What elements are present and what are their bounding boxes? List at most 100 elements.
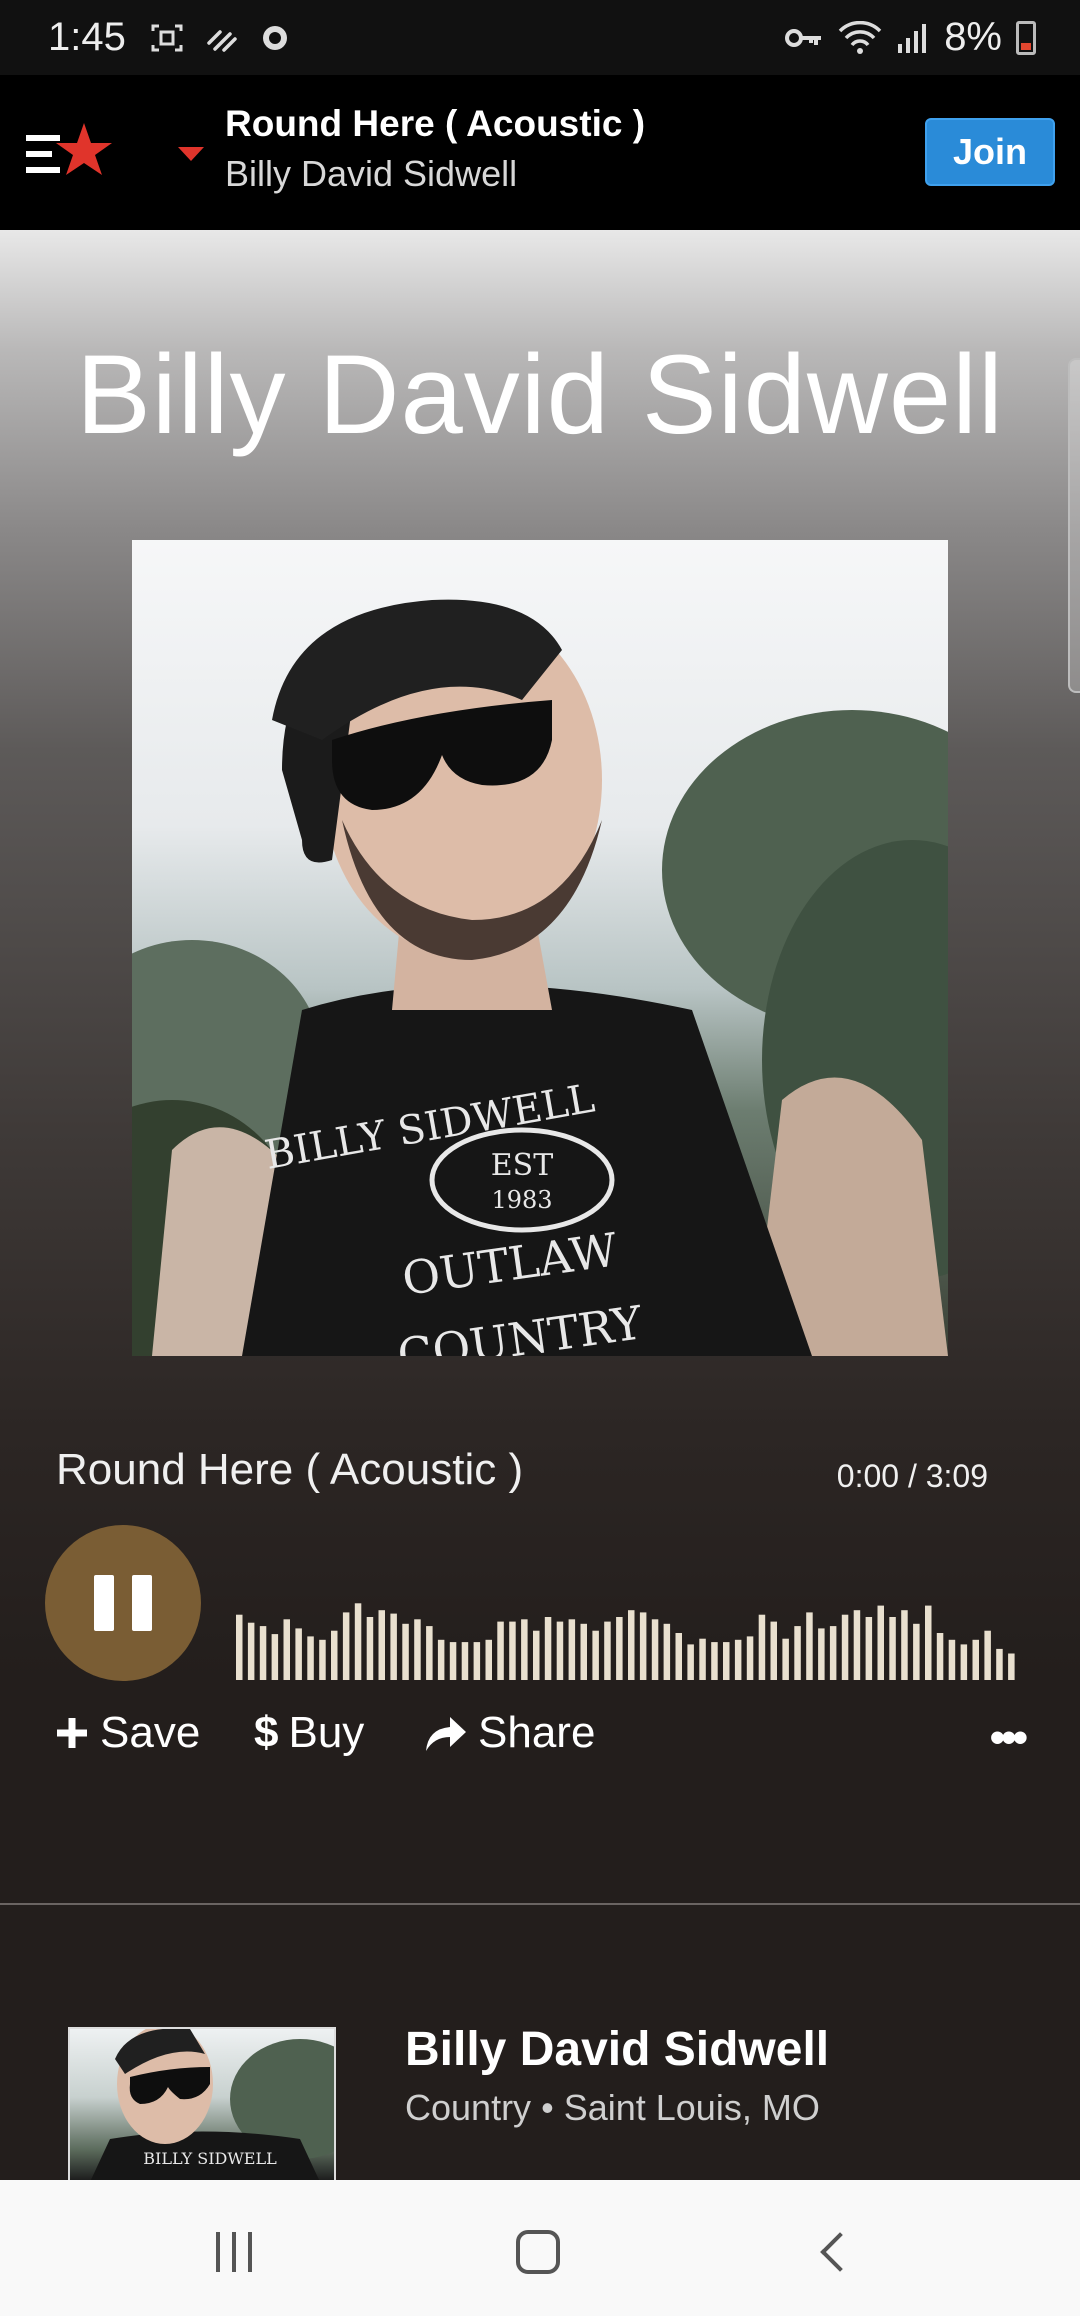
- scrollbar[interactable]: [1068, 358, 1080, 693]
- artist-name-heading: Billy David Sidwell: [76, 332, 1004, 457]
- cover-shirt-line-3: 1983: [491, 1186, 552, 1214]
- home-icon[interactable]: [516, 2230, 560, 2274]
- waveform-bar: [628, 1610, 635, 1680]
- reverbnation-star-icon[interactable]: [26, 117, 116, 187]
- waveform-bar: [675, 1633, 682, 1680]
- waveform-bar: [960, 1644, 968, 1680]
- waveform-bar: [770, 1621, 777, 1680]
- artist-location: Saint Louis, MO: [563, 2087, 820, 2128]
- status-time: 1:45: [48, 15, 126, 59]
- waveform-bar: [271, 1634, 279, 1680]
- waveform-bar: [984, 1630, 991, 1680]
- battery-icon: [1016, 20, 1036, 55]
- status-right-icons: 8%: [784, 15, 1036, 60]
- sync-icon: [262, 25, 287, 50]
- waveform-bar: [437, 1639, 445, 1680]
- waveform-bar: [794, 1626, 801, 1680]
- waveform-bar: [829, 1626, 837, 1680]
- share-label: Share: [478, 1708, 596, 1757]
- join-button[interactable]: Join: [925, 118, 1055, 186]
- section-divider: [0, 1903, 1080, 1905]
- waveform-bar: [936, 1633, 944, 1680]
- waveform-bar: [889, 1617, 896, 1680]
- waveform-bar: [342, 1612, 350, 1680]
- album-cover-image[interactable]: BILLY SIDWELL EST 1983 OUTLAW COUNTRY: [132, 540, 948, 1356]
- waveform-bar: [259, 1626, 267, 1680]
- waveform-seekbar[interactable]: [236, 1560, 1020, 1680]
- waveform-bar: [497, 1621, 504, 1680]
- waveform-bar: [818, 1628, 825, 1680]
- waveform-bar: [616, 1617, 623, 1680]
- save-label: Save: [100, 1708, 201, 1757]
- waveform-bar: [925, 1605, 932, 1680]
- share-button[interactable]: Share: [422, 1708, 595, 1758]
- pause-button[interactable]: [45, 1525, 201, 1681]
- pause-icon: [94, 1575, 114, 1631]
- status-left-icons: [150, 23, 290, 53]
- now-playing-info[interactable]: Round Here ( Acoustic ) Billy David Sidw…: [225, 103, 645, 195]
- waveform-bar: [509, 1621, 516, 1680]
- buy-label: Buy: [288, 1708, 365, 1757]
- elapsed-time: 0:00: [836, 1458, 900, 1494]
- waveform-bar: [473, 1642, 481, 1680]
- cover-shirt-line-2: EST: [491, 1148, 553, 1183]
- waveform-bar: [556, 1621, 564, 1680]
- track-actions: Save $ Buy Share •••: [54, 1708, 1034, 1768]
- artist-genre: Country: [405, 2087, 532, 2128]
- waveform-bar: [331, 1630, 338, 1680]
- chevron-down-icon[interactable]: [178, 147, 204, 161]
- waveform-bar: [449, 1642, 457, 1680]
- waveform-bar: [604, 1621, 611, 1680]
- waveform-bar: [901, 1610, 908, 1680]
- waveform-bar: [758, 1614, 766, 1680]
- waveform-bar: [307, 1636, 314, 1680]
- waveform-bar: [699, 1638, 706, 1680]
- waveform-bar: [568, 1619, 576, 1680]
- waveform-bar: [544, 1617, 552, 1680]
- waveform-bar: [746, 1636, 754, 1680]
- waveform-bar: [639, 1612, 647, 1680]
- recents-icon[interactable]: [216, 2232, 252, 2272]
- waveform-bar: [414, 1619, 421, 1680]
- waveform-bar: [354, 1603, 362, 1680]
- waveform-bar: [806, 1612, 813, 1680]
- waveform-bar: [913, 1623, 920, 1680]
- system-nav-bar: [0, 2180, 1080, 2316]
- buy-button[interactable]: $ Buy: [254, 1708, 364, 1758]
- waveform-bar: [319, 1639, 326, 1680]
- vpn-key-icon: [785, 28, 822, 47]
- waveform-bar: [948, 1639, 956, 1680]
- waveform-bar: [841, 1614, 849, 1680]
- waveform-bar: [663, 1623, 671, 1680]
- app-header: Round Here ( Acoustic ) Billy David Sidw…: [0, 75, 1080, 230]
- waveform-bar: [853, 1610, 861, 1680]
- waveform-bar: [580, 1623, 587, 1680]
- artist-thumbnail[interactable]: BILLY SIDWELL: [68, 2027, 336, 2180]
- track-title: Round Here ( Acoustic ): [56, 1445, 524, 1494]
- waveform-bar: [283, 1619, 290, 1680]
- battery-percent: 8%: [944, 15, 1002, 59]
- waveform-bar: [877, 1605, 884, 1680]
- waveform-bar: [521, 1619, 528, 1680]
- wifi-icon: [838, 20, 882, 54]
- waveform-bar: [402, 1623, 409, 1680]
- waveform-bar: [711, 1642, 718, 1680]
- artist-card-name[interactable]: Billy David Sidwell: [405, 2022, 829, 2077]
- header-song-title: Round Here ( Acoustic ): [225, 103, 646, 144]
- waveform-bar: [236, 1614, 243, 1680]
- bullet-separator: •: [541, 2087, 554, 2128]
- share-arrow-icon: [426, 1717, 466, 1751]
- pause-icon-bar: [132, 1575, 152, 1631]
- cover-artwork: BILLY SIDWELL EST 1983 OUTLAW COUNTRY: [132, 599, 948, 1356]
- waveform-bar: [865, 1617, 873, 1680]
- save-button[interactable]: Save: [54, 1708, 200, 1758]
- waveform-bar: [378, 1610, 385, 1680]
- plus-icon: [57, 1718, 87, 1748]
- waveform-bar: [1008, 1653, 1015, 1680]
- signal-icon: [898, 23, 927, 53]
- more-dots-icon[interactable]: •••: [990, 1716, 1028, 1760]
- waveform-bar: [996, 1648, 1003, 1680]
- back-icon[interactable]: [820, 2232, 860, 2272]
- waveform-bar: [651, 1619, 659, 1680]
- waveform-bar: [485, 1639, 492, 1680]
